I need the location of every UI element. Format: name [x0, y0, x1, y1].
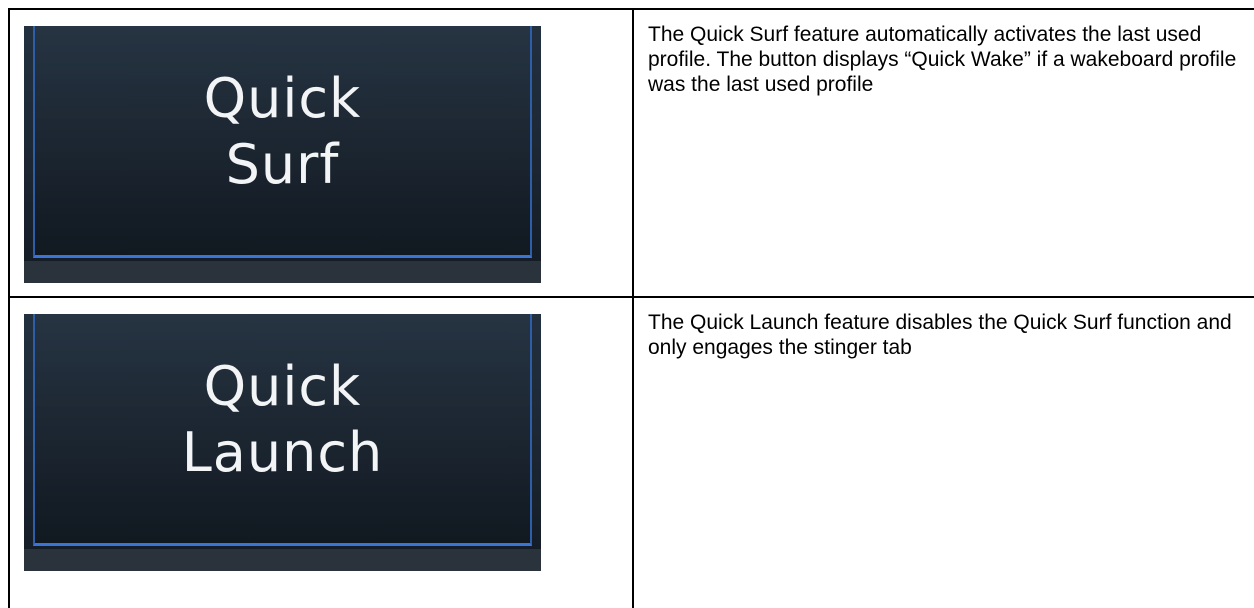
quick-launch-button-label: Quick Launch [24, 354, 541, 486]
quick-launch-button[interactable]: Quick Launch [24, 314, 541, 571]
button-image-cell: Quick Launch [8, 296, 634, 608]
feature-table: Quick Surf The Quick Surf feature automa… [8, 8, 1254, 608]
button-label-line-2: Surf [225, 133, 340, 196]
button-label-line-2: Launch [181, 421, 384, 484]
quick-surf-description: The Quick Surf feature automatically act… [648, 23, 1237, 96]
description-cell: The Quick Launch feature disables the Qu… [632, 296, 1254, 608]
table-row: Quick Launch The Quick Launch feature di… [8, 296, 1254, 608]
button-label-line-1: Quick [203, 67, 362, 130]
button-image-cell: Quick Surf [8, 8, 634, 298]
button-base [24, 549, 541, 571]
table-row: Quick Surf The Quick Surf feature automa… [8, 8, 1254, 298]
quick-surf-button[interactable]: Quick Surf [24, 26, 541, 283]
description-cell: The Quick Surf feature automatically act… [632, 8, 1254, 298]
button-label-line-1: Quick [203, 355, 362, 418]
quick-launch-description: The Quick Launch feature disables the Qu… [648, 311, 1232, 359]
button-base [24, 261, 541, 283]
quick-surf-button-label: Quick Surf [24, 66, 541, 198]
